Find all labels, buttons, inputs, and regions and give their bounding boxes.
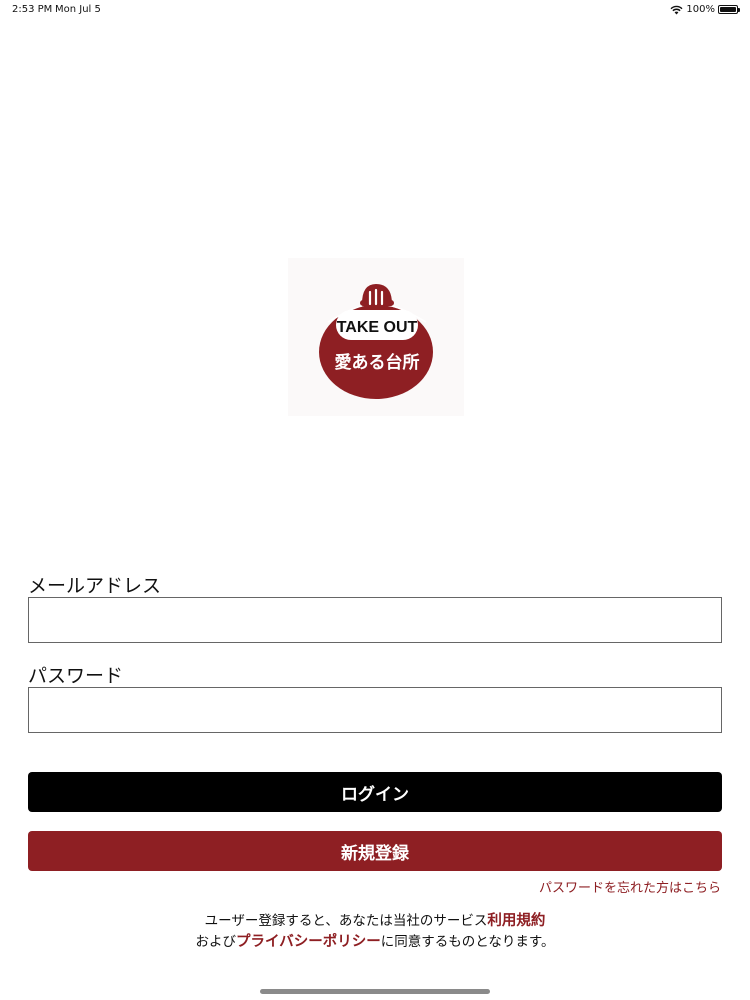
terms-text-and: および xyxy=(195,934,237,950)
forgot-password-link[interactable]: パスワードを忘れた方はこちら xyxy=(539,877,721,896)
terms-text-prefix: ユーザー登録すると、あなたは当社のサービス xyxy=(204,913,488,929)
register-button[interactable]: 新規登録 xyxy=(28,831,722,871)
wifi-icon xyxy=(670,5,683,14)
status-bar: 2:53 PM Mon Jul 5 100% xyxy=(0,0,750,20)
terms-of-service-link[interactable]: 利用規約 xyxy=(487,913,545,929)
home-indicator[interactable] xyxy=(260,989,490,994)
status-date: Mon Jul 5 xyxy=(55,4,101,15)
privacy-policy-link[interactable]: プライバシーポリシー xyxy=(236,934,381,950)
battery-fill xyxy=(720,7,736,12)
status-time: 2:53 PM xyxy=(12,4,53,15)
terms-line-2: およびプライバシーポリシーに同意するものとなります。 xyxy=(0,930,750,951)
password-input[interactable] xyxy=(28,687,722,733)
logo-text-brand: 愛ある台所 xyxy=(335,352,420,373)
logo-text-takeout: TAKE OUT xyxy=(337,319,418,336)
login-button[interactable]: ログイン xyxy=(28,772,722,812)
battery-percent: 100% xyxy=(686,4,715,15)
email-input[interactable] xyxy=(28,597,722,643)
email-label: メールアドレス xyxy=(28,575,162,597)
app-logo: TAKE OUT 愛ある台所 xyxy=(319,284,433,399)
terms-line-1: ユーザー登録すると、あなたは当社のサービス利用規約 xyxy=(0,909,750,930)
app-logo-container: TAKE OUT 愛ある台所 xyxy=(288,258,464,416)
terms-text-suffix: に同意するものとなります。 xyxy=(380,934,555,950)
battery-cap xyxy=(738,8,740,12)
battery-icon xyxy=(718,5,740,14)
password-label: パスワード xyxy=(28,665,124,687)
status-indicators: 100% xyxy=(670,4,740,15)
